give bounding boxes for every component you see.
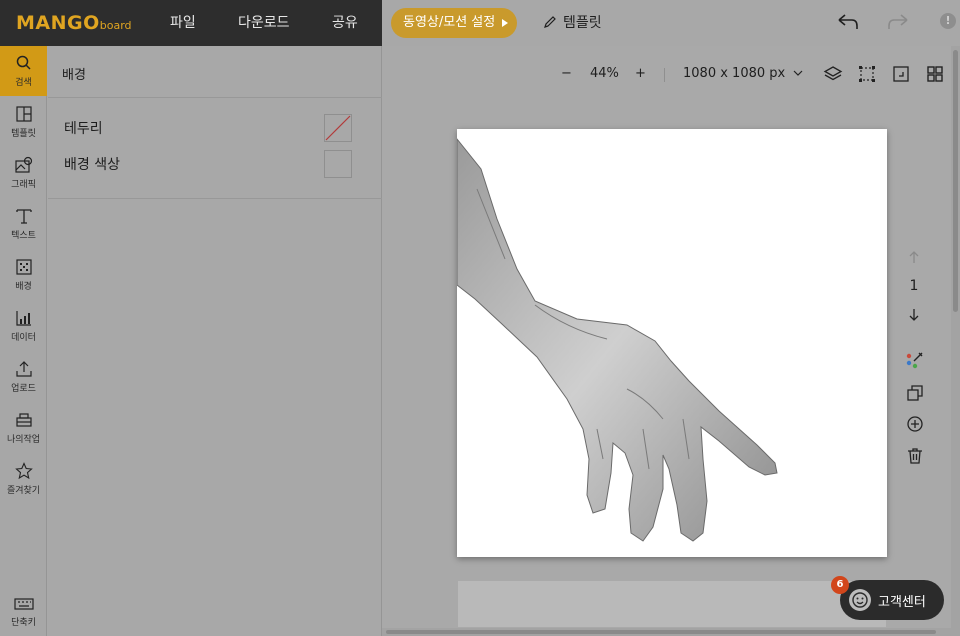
upload-icon xyxy=(15,361,32,377)
rail-item-text[interactable]: 텍스트 xyxy=(0,199,47,249)
layers-icon[interactable] xyxy=(823,64,843,84)
rail-item-shortcuts[interactable]: 단축키 xyxy=(0,586,47,636)
page-up-arrow[interactable] xyxy=(902,250,926,268)
panel-divider-bottom xyxy=(48,198,382,199)
play-triangle-icon xyxy=(502,19,508,27)
customer-center-button[interactable]: 고객센터 xyxy=(840,580,944,620)
vertical-scroll-thumb[interactable] xyxy=(953,50,958,312)
crop-select-icon[interactable] xyxy=(857,64,877,84)
redo-icon[interactable] xyxy=(886,12,910,32)
page-down-arrow[interactable] xyxy=(902,308,926,326)
bg-color-label: 배경 색상 xyxy=(64,157,120,173)
duplicate-icon[interactable] xyxy=(905,383,925,403)
rail-item-template[interactable]: 템플릿 xyxy=(0,97,47,147)
trash-icon[interactable] xyxy=(905,446,925,466)
pencil-icon xyxy=(544,16,556,28)
undo-icon[interactable] xyxy=(836,12,860,32)
rail-item-search[interactable]: 검색 xyxy=(0,46,47,96)
template-icon xyxy=(15,106,32,122)
smile-face-icon xyxy=(849,589,871,611)
search-icon xyxy=(16,55,31,70)
arrow-down-icon xyxy=(909,309,919,321)
design-canvas[interactable] xyxy=(457,129,887,557)
rail-item-upload[interactable]: 업로드 xyxy=(0,352,47,402)
border-label: 테두리 xyxy=(64,121,103,137)
rail-item-my-work[interactable]: 나의작업 xyxy=(0,403,47,453)
text-icon xyxy=(15,209,32,224)
page-number: 1 xyxy=(909,278,919,294)
arrow-up-icon xyxy=(909,251,919,263)
graphic-icon xyxy=(14,156,32,173)
my-work-icon xyxy=(15,413,32,427)
star-icon xyxy=(14,462,33,480)
top-bar-left: MANGOboard 파일 다운로드 공유 xyxy=(0,0,382,46)
notification-badge: 6 xyxy=(831,576,849,594)
canvas-size-select[interactable]: 1080 x 1080 px xyxy=(683,66,803,81)
template-button[interactable]: 템플릿 xyxy=(543,12,602,32)
border-swatch[interactable] xyxy=(324,114,352,142)
menu-download[interactable]: 다운로드 xyxy=(238,12,290,32)
rail-item-data[interactable]: 데이터 xyxy=(0,301,47,351)
toolbar-separator xyxy=(664,68,665,82)
menu-file[interactable]: 파일 xyxy=(170,12,196,32)
panel-divider xyxy=(48,97,382,98)
add-page-icon[interactable] xyxy=(905,414,925,434)
resize-icon[interactable] xyxy=(891,64,911,84)
horizontal-scroll-thumb[interactable] xyxy=(386,630,936,634)
zoom-out-button[interactable]: − xyxy=(561,66,572,81)
menu-share[interactable]: 공유 xyxy=(332,12,358,32)
logo[interactable]: MANGOboard xyxy=(16,12,132,34)
vertical-scrollbar[interactable] xyxy=(951,46,960,636)
zoom-in-button[interactable]: + xyxy=(635,66,646,81)
rail-item-background[interactable]: 배경 xyxy=(0,250,47,300)
left-rail: 검색 템플릿 그래픽 텍스트 배경 데이터 업로드 나의작업 즐겨찾기 단축키 xyxy=(0,46,47,636)
hand-photo[interactable] xyxy=(457,129,887,557)
panel-title: 배경 xyxy=(62,68,86,83)
next-page-preview[interactable] xyxy=(458,581,886,627)
horizontal-scrollbar[interactable] xyxy=(382,628,951,636)
alert-icon[interactable]: ! xyxy=(940,13,956,29)
bg-color-swatch[interactable] xyxy=(324,150,352,178)
zoom-value: 44% xyxy=(590,66,619,81)
top-bar: MANGOboard 파일 다운로드 공유 동영상/모션 설정 템플릿 ! xyxy=(0,0,960,46)
grid-view-icon[interactable] xyxy=(925,64,945,84)
color-picker-icon[interactable] xyxy=(905,350,925,370)
background-icon xyxy=(15,259,32,275)
chevron-down-icon xyxy=(793,70,803,76)
rail-item-graphic[interactable]: 그래픽 xyxy=(0,148,47,198)
rail-item-favorites[interactable]: 즐겨찾기 xyxy=(0,454,47,504)
motion-settings-button[interactable]: 동영상/모션 설정 xyxy=(391,8,517,38)
keyboard-icon xyxy=(13,598,34,610)
chart-icon xyxy=(15,311,31,326)
no-color-slash-icon xyxy=(325,115,351,141)
background-panel: 배경 테두리 배경 색상 xyxy=(48,46,382,636)
